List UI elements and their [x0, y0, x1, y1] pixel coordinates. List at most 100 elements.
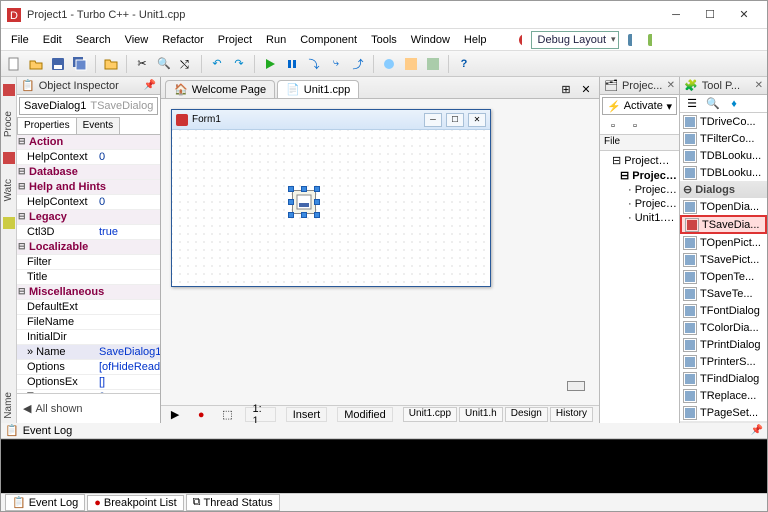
menu-component[interactable]: Component: [294, 32, 363, 48]
resize-grip-icon[interactable]: [567, 381, 585, 391]
ftab-breakpoints[interactable]: ●Breakpoint List: [87, 495, 183, 511]
run-icon[interactable]: [261, 55, 279, 73]
prop-row[interactable]: » NameSaveDialog1: [17, 345, 160, 360]
form-close-icon[interactable]: ✕: [468, 113, 486, 127]
menu-edit[interactable]: Edit: [37, 32, 68, 48]
tab-welcome[interactable]: 🏠 Welcome Page: [165, 80, 275, 98]
minimize-button[interactable]: ─: [659, 4, 693, 26]
gutter-icon[interactable]: [0, 81, 18, 99]
prop-row[interactable]: DefaultExt: [17, 300, 160, 315]
cut-icon[interactable]: ✂: [133, 55, 151, 73]
btab-design[interactable]: Design: [505, 407, 548, 422]
tab-unit1[interactable]: 📄 Unit1.cpp: [277, 80, 359, 98]
prop-row[interactable]: Options[ofHideReadO: [17, 360, 160, 375]
tree-node[interactable]: · Project1.res: [602, 197, 677, 211]
btab-cpp[interactable]: Unit1.cpp: [403, 407, 457, 422]
tree-node[interactable]: · Project1.cp: [602, 183, 677, 197]
prop-row[interactable]: Title: [17, 270, 160, 285]
component-selector[interactable]: SaveDialog1 TSaveDialog: [19, 97, 158, 115]
menu-refactor[interactable]: Refactor: [156, 32, 210, 48]
side-tab-name[interactable]: Name: [2, 388, 15, 423]
pin-icon[interactable]: ✕: [667, 80, 675, 91]
prop-row[interactable]: InitialDir: [17, 330, 160, 345]
prop-category[interactable]: Localizable: [17, 240, 160, 255]
menu-window[interactable]: Window: [405, 32, 456, 48]
ftab-eventlog[interactable]: 📋Event Log: [5, 494, 85, 511]
savedialog-component[interactable]: [292, 190, 316, 214]
proj-del-icon[interactable]: ▫: [626, 117, 644, 135]
open-icon[interactable]: [27, 55, 45, 73]
turbo-icon[interactable]: [511, 31, 529, 49]
palette-item[interactable]: TPrintDialog: [680, 336, 767, 353]
menu-project[interactable]: Project: [212, 32, 258, 48]
prop-category[interactable]: Action: [17, 135, 160, 150]
prop-row[interactable]: OptionsEx[]: [17, 375, 160, 390]
palette-item[interactable]: TSavePict...: [680, 251, 767, 268]
menu-search[interactable]: Search: [70, 32, 117, 48]
tree-node[interactable]: · Unit1.cpp: [602, 211, 677, 225]
pin-icon[interactable]: 📌: [751, 425, 763, 436]
prop-category[interactable]: Miscellaneous: [17, 285, 160, 300]
menu-tools[interactable]: Tools: [365, 32, 403, 48]
new-icon[interactable]: [5, 55, 23, 73]
palette-item[interactable]: TFindDialog: [680, 370, 767, 387]
palette-item[interactable]: TOpenTe...: [680, 268, 767, 285]
tab-close-icon[interactable]: ✕: [577, 80, 595, 98]
gutter-icon-3[interactable]: [0, 214, 18, 232]
design-form[interactable]: Form1 ─ ☐ ✕: [171, 109, 491, 287]
prop-category[interactable]: Legacy: [17, 210, 160, 225]
palette-item[interactable]: TPrinterS...: [680, 353, 767, 370]
pause-icon[interactable]: [283, 55, 301, 73]
help-icon[interactable]: ?: [455, 55, 473, 73]
tree-node[interactable]: ⊟ ProjectGroup1: [602, 153, 677, 168]
save-layout-icon[interactable]: [621, 31, 639, 49]
close-icon[interactable]: ✕: [755, 80, 763, 91]
step-out-icon[interactable]: ⤴: [349, 55, 367, 73]
redo-icon[interactable]: ↷: [230, 55, 248, 73]
stop-icon[interactable]: ●: [193, 406, 209, 424]
macro-icon[interactable]: ⬚: [219, 406, 235, 424]
palette-item[interactable]: TColorDia...: [680, 319, 767, 336]
palette-list[interactable]: TDriveCo...TFilterCo...TDBLooku...TDBLoo…: [680, 113, 767, 423]
prop-category[interactable]: Database: [17, 165, 160, 180]
form-max-icon[interactable]: ☐: [446, 113, 464, 127]
maximize-button[interactable]: ☐: [693, 4, 727, 26]
btab-history[interactable]: History: [550, 407, 593, 422]
tab-nav-icon[interactable]: ⊞: [557, 80, 575, 98]
palette-category[interactable]: ⊖Dialogs: [680, 181, 767, 198]
saveall-icon[interactable]: [71, 55, 89, 73]
tool-b-icon[interactable]: [402, 55, 420, 73]
palette-item[interactable]: TFilterCo...: [680, 130, 767, 147]
pal-cat-icon[interactable]: ☰: [683, 95, 701, 113]
close-button[interactable]: ✕: [727, 4, 761, 26]
palette-item[interactable]: TReplace...: [680, 387, 767, 404]
layout-combo[interactable]: Debug Layout: [531, 31, 619, 49]
step-over-icon[interactable]: ⤵: [305, 55, 323, 73]
event-log-body[interactable]: [1, 439, 767, 493]
undo-icon[interactable]: ↶: [208, 55, 226, 73]
proj-new-icon[interactable]: ▫: [604, 117, 622, 135]
project-tree[interactable]: ⊟ ProjectGroup1⊟ Project1.exe· Project1.…: [600, 151, 679, 423]
palette-item[interactable]: TDriveCo...: [680, 113, 767, 130]
form-min-icon[interactable]: ─: [424, 113, 442, 127]
tool-c-icon[interactable]: [424, 55, 442, 73]
palette-item[interactable]: TOpenPict...: [680, 234, 767, 251]
palette-item[interactable]: TSaveDia...: [680, 215, 767, 234]
prop-row[interactable]: FileName: [17, 315, 160, 330]
side-tab-watch[interactable]: Watc: [2, 175, 15, 205]
pin-icon[interactable]: 📌: [144, 80, 156, 91]
layout-icon[interactable]: [641, 31, 659, 49]
pal-filter-icon[interactable]: ♦: [725, 95, 743, 113]
menu-help[interactable]: Help: [458, 32, 493, 48]
tool-a-icon[interactable]: [380, 55, 398, 73]
property-grid[interactable]: ActionHelpContext0DatabaseHelp and Hints…: [17, 135, 160, 393]
pal-search-icon[interactable]: 🔍: [704, 95, 722, 113]
menu-view[interactable]: View: [119, 32, 155, 48]
replace-icon[interactable]: ⤭: [177, 55, 195, 73]
rec-icon[interactable]: ▶: [167, 406, 183, 424]
tree-node[interactable]: ⊟ Project1.exe: [602, 168, 677, 183]
form-designer[interactable]: Form1 ─ ☐ ✕: [161, 99, 599, 405]
palette-item[interactable]: TDBLooku...: [680, 164, 767, 181]
prop-category[interactable]: Help and Hints: [17, 180, 160, 195]
palette-item[interactable]: TOpenDia...: [680, 198, 767, 215]
